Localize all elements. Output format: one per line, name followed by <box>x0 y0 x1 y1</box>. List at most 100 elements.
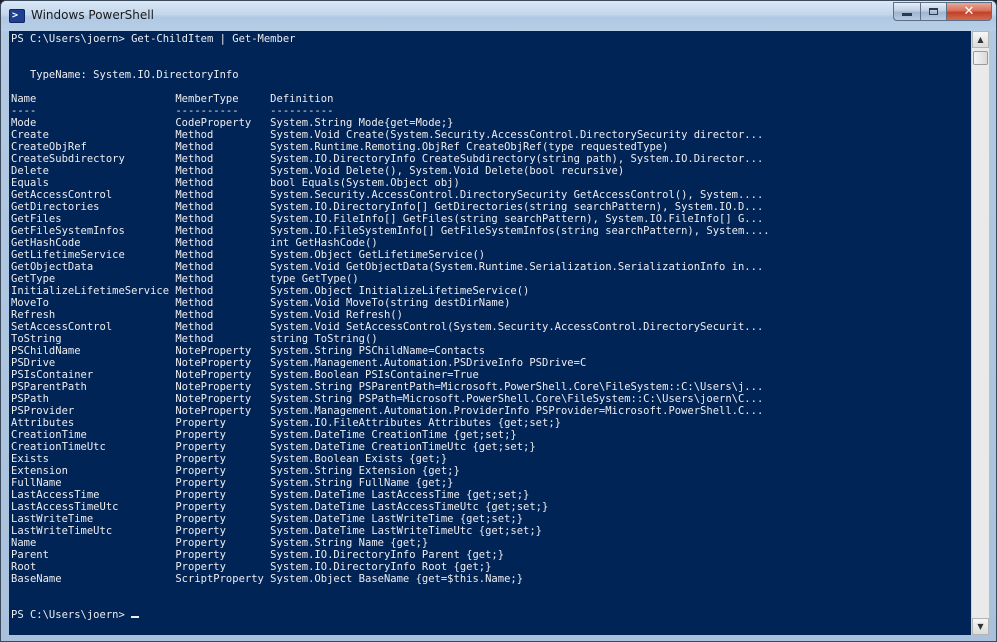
console-line: CreateObjRef Method System.Runtime.Remot… <box>11 141 770 153</box>
scroll-up-button[interactable]: ▲ <box>972 31 989 48</box>
console-line: CreationTimeUtc Property System.DateTime… <box>11 441 770 453</box>
close-button[interactable]: ✕ <box>947 2 992 21</box>
console-line-text: PSParentPath NoteProperty System.String … <box>11 381 764 393</box>
console-line: PSDrive NoteProperty System.Management.A… <box>11 357 770 369</box>
console-line-text: LastWriteTime Property System.DateTime L… <box>11 513 524 525</box>
console-line: PSIsContainer NoteProperty System.Boolea… <box>11 369 770 381</box>
console-line-text: LastAccessTimeUtc Property System.DateTi… <box>11 501 549 513</box>
triangle-up-icon: ▲ <box>977 35 984 44</box>
console-line: LastWriteTimeUtc Property System.DateTim… <box>11 525 770 537</box>
console-line: GetType Method type GetType() <box>11 273 770 285</box>
console-line: Name MemberType Definition <box>11 93 770 105</box>
console-text: PS C:\Users\joern> Get-ChildItem | Get-M… <box>11 33 770 621</box>
console-line: Parent Property System.IO.DirectoryInfo … <box>11 549 770 561</box>
console-line-text: PSProvider NoteProperty System.Managemen… <box>11 405 764 417</box>
console-line-text: CreationTimeUtc Property System.DateTime… <box>11 441 536 453</box>
console-line: LastAccessTime Property System.DateTime … <box>11 489 770 501</box>
triangle-down-icon: ▼ <box>977 622 984 631</box>
console-line-text: TypeName: System.IO.DirectoryInfo <box>11 69 239 81</box>
console-line-text: Refresh Method System.Void Refresh() <box>11 309 403 321</box>
console-line-text: LastAccessTime Property System.DateTime … <box>11 489 530 501</box>
console-line-text: Extension Property System.String Extensi… <box>11 465 460 477</box>
console-line-text: Create Method System.Void Create(System.… <box>11 129 764 141</box>
console-line: PSParentPath NoteProperty System.String … <box>11 381 770 393</box>
console-line: GetAccessControl Method System.Security.… <box>11 189 770 201</box>
console-line: PS C:\Users\joern> Get-ChildItem | Get-M… <box>11 33 770 45</box>
scroll-thumb[interactable] <box>973 51 988 65</box>
powershell-window: > Windows PowerShell ✕ PS C:\Users\joern… <box>0 0 997 642</box>
console-line-text: PSDrive NoteProperty System.Management.A… <box>11 357 587 369</box>
console-line-text: Parent Property System.IO.DirectoryInfo … <box>11 549 505 561</box>
console-line: BaseName ScriptProperty System.Object Ba… <box>11 573 770 585</box>
maximize-button[interactable] <box>920 2 947 21</box>
console-line: SetAccessControl Method System.Void SetA… <box>11 321 770 333</box>
console-line: CreateSubdirectory Method System.IO.Dire… <box>11 153 770 165</box>
console-line: Exists Property System.Boolean Exists {g… <box>11 453 770 465</box>
console-line-text: GetType Method type GetType() <box>11 273 359 285</box>
console-line-text: GetFileSystemInfos Method System.IO.File… <box>11 225 770 237</box>
console-line-text: Delete Method System.Void Delete(), Syst… <box>11 165 625 177</box>
console-line-text: SetAccessControl Method System.Void SetA… <box>11 321 764 333</box>
console-line-text: CreateSubdirectory Method System.IO.Dire… <box>11 153 764 165</box>
console-line-text: Exists Property System.Boolean Exists {g… <box>11 453 448 465</box>
console-line: PSChildName NoteProperty System.String P… <box>11 345 770 357</box>
console-line-text: ---- ---------- ---------- <box>11 105 334 117</box>
close-icon: ✕ <box>963 4 975 19</box>
console-line: Attributes Property System.IO.FileAttrib… <box>11 417 770 429</box>
console-line: TypeName: System.IO.DirectoryInfo <box>11 69 770 81</box>
prompt-chevron-icon: > <box>12 10 19 21</box>
console-line: Equals Method bool Equals(System.Object … <box>11 177 770 189</box>
powershell-icon[interactable]: > <box>9 9 25 23</box>
console-line-text: MoveTo Method System.Void MoveTo(string … <box>11 297 511 309</box>
console-line-text: FullName Property System.String FullName… <box>11 477 454 489</box>
console-line: CreationTime Property System.DateTime Cr… <box>11 429 770 441</box>
console-line: LastWriteTime Property System.DateTime L… <box>11 513 770 525</box>
console-line: InitializeLifetimeService Method System.… <box>11 285 770 297</box>
console-line-text: PS C:\Users\joern> <box>11 609 132 621</box>
console-line: Refresh Method System.Void Refresh() <box>11 309 770 321</box>
console-line-text: CreateObjRef Method System.Runtime.Remot… <box>11 141 669 153</box>
console-line-text: PS C:\Users\joern> Get-ChildItem | Get-M… <box>11 33 296 45</box>
console-line: Root Property System.IO.DirectoryInfo Ro… <box>11 561 770 573</box>
window-frame-right[interactable] <box>989 31 996 641</box>
console-line-text: PSChildName NoteProperty System.String P… <box>11 345 486 357</box>
caption-buttons: ✕ <box>893 2 992 22</box>
console-line: PSProvider NoteProperty System.Managemen… <box>11 405 770 417</box>
console-line: PS C:\Users\joern> <box>11 609 770 621</box>
console-line-text: GetAccessControl Method System.Security.… <box>11 189 764 201</box>
console-line: Name Property System.String Name {get;} <box>11 537 770 549</box>
console-line: Mode CodeProperty System.String Mode{get… <box>11 117 770 129</box>
console-line: MoveTo Method System.Void MoveTo(string … <box>11 297 770 309</box>
text-cursor <box>131 616 140 618</box>
console-line-text: Root Property System.IO.DirectoryInfo Ro… <box>11 561 492 573</box>
window-frame-bottom[interactable] <box>1 635 996 641</box>
console-line-text: Name MemberType Definition <box>11 93 334 105</box>
console-line: Delete Method System.Void Delete(), Syst… <box>11 165 770 177</box>
console-line: GetFileSystemInfos Method System.IO.File… <box>11 225 770 237</box>
console-line-text: Attributes Property System.IO.FileAttrib… <box>11 417 561 429</box>
console-line-text: Name Property System.String Name {get;} <box>11 537 429 549</box>
scroll-down-button[interactable]: ▼ <box>972 618 989 635</box>
console-line: GetHashCode Method int GetHashCode() <box>11 237 770 249</box>
console-line: LastAccessTimeUtc Property System.DateTi… <box>11 501 770 513</box>
console-line-text: Mode CodeProperty System.String Mode{get… <box>11 117 454 129</box>
console-line-text: PSPath NoteProperty System.String PSPath… <box>11 393 764 405</box>
console-line-text: PSIsContainer NoteProperty System.Boolea… <box>11 369 479 381</box>
title-bar[interactable]: > Windows PowerShell ✕ <box>1 1 996 31</box>
vertical-scrollbar[interactable]: ▲ ▼ <box>971 31 989 635</box>
console-line: GetDirectories Method System.IO.Director… <box>11 201 770 213</box>
minimize-button[interactable] <box>893 2 920 21</box>
console-line-text: GetObjectData Method System.Void GetObje… <box>11 261 764 273</box>
console-line: GetLifetimeService Method System.Object … <box>11 249 770 261</box>
console-line: Extension Property System.String Extensi… <box>11 465 770 477</box>
console-line: ---- ---------- ---------- <box>11 105 770 117</box>
console-line-text: BaseName ScriptProperty System.Object Ba… <box>11 573 524 585</box>
maximize-icon <box>929 8 938 15</box>
minimize-icon <box>902 13 912 16</box>
console-output[interactable]: PS C:\Users\joern> Get-ChildItem | Get-M… <box>9 31 971 635</box>
